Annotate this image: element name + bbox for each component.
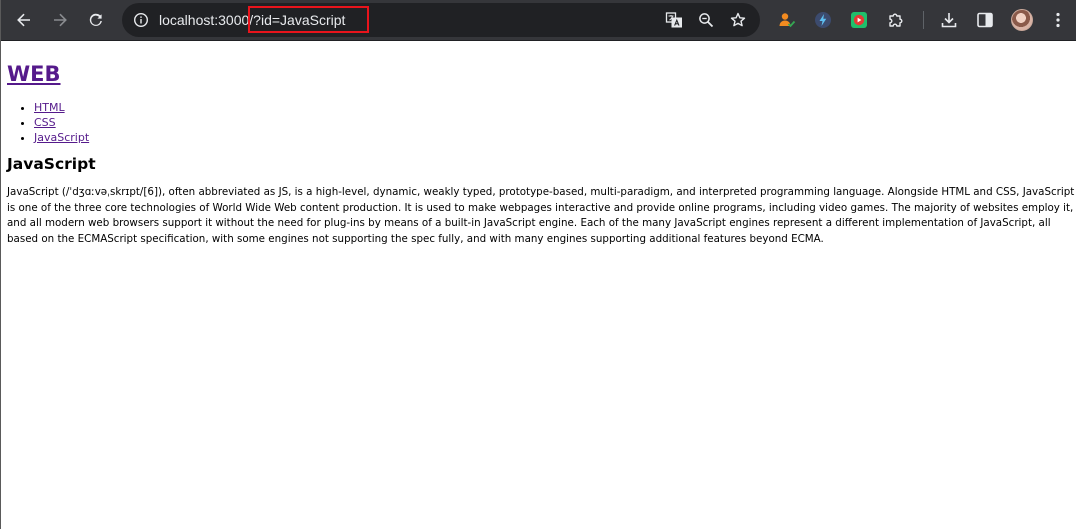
forward-arrow-icon <box>54 13 67 27</box>
translate-icon <box>665 12 682 28</box>
avatar-icon[interactable] <box>1011 9 1033 31</box>
article-body: JavaScript (/ˈdʒɑːvəˌskrɪpt/[6]), often … <box>7 186 1075 245</box>
url-path: /?id=JavaScript <box>249 12 346 28</box>
site-info-button[interactable] <box>129 8 153 32</box>
back-arrow-icon <box>17 13 30 27</box>
lightning-icon <box>815 12 831 28</box>
nav-link-javascript[interactable]: JavaScript <box>34 131 89 144</box>
topic-nav-list: HTML CSS JavaScript <box>7 100 1075 145</box>
list-item: CSS <box>34 115 1075 130</box>
play-icon <box>851 12 867 28</box>
browser-toolbar: localhost:3000/?id=JavaScript <box>1 0 1076 41</box>
forward-button[interactable] <box>46 6 74 34</box>
extension-button-1[interactable] <box>775 8 799 32</box>
download-icon <box>941 13 957 28</box>
zoom-icon <box>699 13 714 28</box>
star-icon <box>730 12 746 27</box>
zoom-button[interactable] <box>696 10 716 30</box>
back-button[interactable] <box>10 6 38 34</box>
kebab-menu-icon <box>1056 12 1060 28</box>
reload-button[interactable] <box>82 6 110 34</box>
nav-link-css[interactable]: CSS <box>34 116 56 129</box>
info-icon <box>133 12 149 28</box>
person-check-icon <box>779 13 796 28</box>
list-item: HTML <box>34 100 1075 115</box>
address-bar[interactable]: localhost:3000/?id=JavaScript <box>122 3 760 37</box>
toolbar-separator <box>923 11 924 29</box>
url-text[interactable]: localhost:3000/?id=JavaScript <box>159 11 345 29</box>
article-title: JavaScript <box>7 155 96 173</box>
page-content: WEB HTML CSS JavaScript JavaScript JavaS… <box>7 44 1075 247</box>
extensions-button[interactable] <box>884 8 908 32</box>
downloads-button[interactable] <box>937 8 961 32</box>
extension-button-2[interactable] <box>811 8 835 32</box>
reload-icon <box>89 13 102 26</box>
browser-window: localhost:3000/?id=JavaScript WEB • HTML… <box>0 0 1076 529</box>
site-title-link[interactable]: WEB <box>7 62 61 86</box>
url-host: localhost:3000 <box>159 12 250 28</box>
bookmark-button[interactable] <box>728 10 748 30</box>
side-panel-button[interactable] <box>973 8 997 32</box>
translate-button[interactable] <box>664 10 684 30</box>
browser-menu-button[interactable] <box>1046 8 1070 32</box>
list-item: JavaScript <box>34 130 1075 145</box>
nav-link-html[interactable]: HTML <box>34 101 65 114</box>
puzzle-icon <box>889 13 903 27</box>
extension-button-3[interactable] <box>847 8 871 32</box>
side-panel-icon <box>977 12 993 28</box>
site-title: WEB <box>7 62 1075 86</box>
